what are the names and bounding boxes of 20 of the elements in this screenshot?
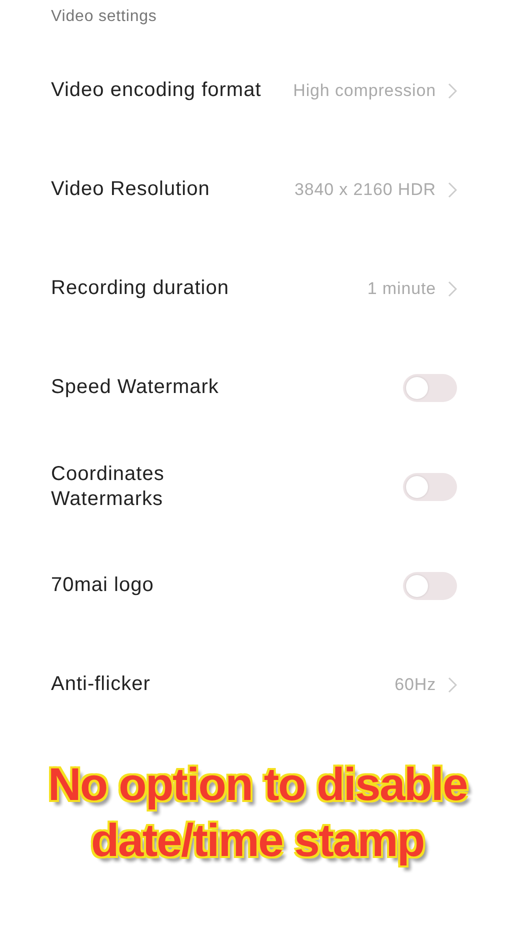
setting-label: 70mai logo	[51, 573, 154, 598]
chevron-right-icon	[448, 280, 457, 296]
toggle-switch[interactable]	[403, 472, 457, 500]
caption-overlay: No option to disable date/time stamp	[46, 757, 468, 868]
setting-value-button[interactable]: 60Hz	[394, 672, 457, 698]
setting-label: Video encoding format	[51, 78, 262, 103]
setting-value-button[interactable]: 1 minute	[367, 276, 457, 302]
toggle-switch[interactable]	[403, 572, 457, 600]
chevron-right-icon	[448, 82, 457, 98]
setting-value-button[interactable]: High compression	[293, 78, 457, 104]
setting-label: Coordinates Watermarks	[51, 462, 166, 512]
setting-label: Recording duration	[51, 276, 229, 301]
chevron-right-icon	[448, 676, 457, 692]
toggle-switch[interactable]	[403, 374, 457, 402]
setting-label: Anti-flicker	[51, 672, 150, 697]
setting-label: Speed Watermark	[51, 375, 219, 400]
chevron-right-icon	[448, 182, 457, 198]
setting-value-button[interactable]: 3840 x 2160 HDR	[294, 176, 457, 202]
setting-label: Video Resolution	[51, 177, 210, 202]
section-title: Video settings	[50, 7, 158, 27]
